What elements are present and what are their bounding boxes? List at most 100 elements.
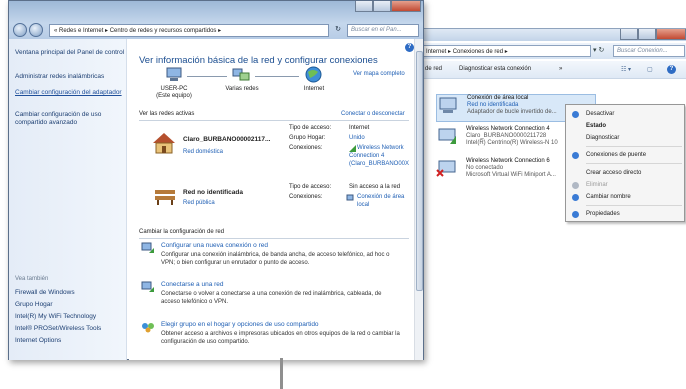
map-node-networks[interactable]: Varias redes — [217, 86, 267, 93]
page-title: Ver información básica de la red y confi… — [139, 55, 378, 66]
scrollbar-thumb[interactable] — [416, 51, 423, 291]
task-link[interactable]: Configurar una nueva conexión o red — [161, 242, 268, 249]
network-sharing-center-window: « Redes e Internet ▸ Centro de redes y r… — [8, 0, 424, 360]
menu-item-disable[interactable]: Desactivar — [566, 108, 684, 120]
globe-icon — [305, 66, 322, 83]
connection-link[interactable]: Wireless Network — [357, 145, 404, 152]
desktop: Internet ▸ Conexiones de red ▸ ▾ ↻ Busca… — [0, 0, 686, 389]
connection-status: No conectado — [466, 165, 504, 171]
shield-icon — [572, 111, 579, 118]
task-link[interactable]: Conectarse a una red — [161, 281, 224, 288]
refresh-icon[interactable]: ↻ — [331, 24, 345, 37]
sidebar-link-advanced-sharing[interactable]: Cambiar configuración de uso compartido … — [15, 111, 125, 127]
maximize-button[interactable] — [638, 29, 656, 40]
window-caption-buttons — [620, 29, 686, 40]
shield-icon — [572, 194, 579, 201]
vertical-scrollbar[interactable] — [414, 39, 423, 360]
diagnose-button[interactable]: Diagnosticar esta conexión — [459, 66, 531, 72]
homegroup-icon — [142, 323, 154, 333]
task-new-connection: Configurar una nueva conexión o red Conf… — [139, 242, 409, 276]
connection-link-cont[interactable]: Connection 4 — [349, 153, 384, 160]
menu-item-rename[interactable]: Cambiar nombre — [566, 191, 684, 203]
dropdown-arrow-icon[interactable]: ▾ ↻ — [593, 46, 604, 54]
access-type-value: Sin acceso a la red — [349, 184, 401, 190]
menu-separator — [586, 205, 682, 206]
sidebar-link-firewall[interactable]: Firewall de Windows — [15, 289, 125, 297]
access-type-label: Tipo de acceso: — [289, 125, 332, 131]
sidebar-link-control-panel-home[interactable]: Ventana principal del Panel de control — [15, 49, 125, 57]
toolbar-fragment[interactable]: de red — [425, 66, 442, 72]
close-button[interactable] — [391, 1, 421, 12]
menu-item-delete: Eliminar — [566, 179, 684, 191]
access-type-label: Tipo de acceso: — [289, 184, 332, 190]
change-settings-heading: Cambiar la configuración de red — [139, 229, 225, 235]
section-divider — [139, 238, 409, 239]
network-type-link[interactable]: Red pública — [183, 200, 215, 206]
menu-separator — [586, 146, 682, 147]
computer-icon — [166, 67, 182, 81]
minimize-button[interactable] — [620, 29, 638, 40]
full-map-link[interactable]: Ver mapa completo — [353, 71, 405, 77]
connection-adapter: Adaptador de bucle invertido de... — [467, 109, 557, 115]
minimize-button[interactable] — [355, 1, 373, 12]
more-button[interactable]: » — [559, 66, 562, 72]
address-bar[interactable]: « Redes e Internet ▸ Centro de redes y r… — [49, 24, 329, 37]
task-connect-network: Conectarse a una red Conectarse o volver… — [139, 281, 409, 315]
sidebar-link-proset[interactable]: Intel® PROSet/Wireless Tools — [15, 325, 125, 333]
public-network-icon — [155, 190, 175, 205]
connection-name: Wireless Network Connection 6 — [466, 158, 550, 164]
connection-link-cont[interactable]: (Claro_BURBANO00X — [349, 161, 409, 168]
connection-adapter: Microsoft Virtual WiFi Miniport A... — [466, 172, 556, 178]
shield-icon — [572, 211, 579, 218]
preview-pane-icon[interactable]: ▢ — [647, 66, 653, 73]
menu-item-bridge[interactable]: Conexiones de puente — [566, 149, 684, 161]
connections-label: Conexiones: — [289, 145, 323, 151]
sidebar-link-manage-wireless[interactable]: Administrar redes inalámbricas — [15, 73, 125, 81]
task-link[interactable]: Elegir grupo en el hogar y opciones de u… — [161, 321, 319, 328]
search-input[interactable]: Buscar en el Pan... — [347, 24, 419, 37]
homegroup-link[interactable]: Unido — [349, 135, 365, 142]
address-bar[interactable]: Internet ▸ Conexiones de red ▸ — [421, 45, 591, 57]
menu-item-diagnose[interactable]: Diagnosticar — [566, 132, 684, 144]
context-menu: Desactivar Estado Diagnosticar Conexione… — [565, 104, 685, 222]
sidebar-link-homegroup[interactable]: Grupo Hogar — [15, 301, 125, 309]
map-node-label: USER-PC — [160, 86, 188, 92]
map-node-internet[interactable]: Internet — [289, 86, 339, 93]
task-description: Obtener acceso a archivos e impresoras u… — [161, 331, 400, 345]
sidebar-link-my-wifi[interactable]: Intel(R) My WiFi Technology — [15, 313, 125, 321]
search-input[interactable]: Buscar Conexion... — [613, 45, 685, 57]
task-homegroup-sharing: Elegir grupo en el hogar y opciones de u… — [139, 321, 409, 355]
homegroup-label: Grupo Hogar: — [289, 135, 326, 141]
map-node-this-pc[interactable]: USER-PC (Este equipo) — [149, 86, 199, 100]
help-icon[interactable]: ? — [405, 43, 414, 52]
active-networks-heading: Ver las redes activas — [139, 111, 195, 117]
connection-status: Red no identificada — [467, 102, 519, 108]
connection-link[interactable]: Conexión de área — [357, 194, 404, 201]
connection-link-cont[interactable]: local — [357, 202, 369, 209]
sidebar-link-adapter-settings[interactable]: Cambiar configuración del adaptador — [15, 89, 125, 97]
connection-name: Conexión de área local — [467, 95, 529, 101]
sidebar-link-internet-options[interactable]: Internet Options — [15, 337, 125, 345]
map-node-label: Varias redes — [225, 86, 259, 92]
connection-adapter: Intel(R) Centrino(R) Wireless-N 10 — [466, 140, 558, 146]
view-options-icon[interactable]: ☷ ▾ — [621, 66, 631, 73]
task-description: Conectarse o volver a conectarse a una c… — [161, 291, 382, 305]
home-network-icon — [153, 133, 175, 154]
maximize-button[interactable] — [373, 1, 391, 12]
forward-button[interactable] — [29, 23, 43, 37]
connect-disconnect-link[interactable]: Conectar o desconectar — [341, 111, 405, 117]
network-adapter-icon — [439, 97, 457, 113]
connection-name: Wireless Network Connection 4 — [466, 126, 550, 132]
network-name: Red no identificada — [183, 189, 243, 196]
help-icon[interactable]: ? — [667, 65, 676, 74]
menu-item-status[interactable]: Estado — [566, 120, 684, 132]
back-button[interactable] — [13, 23, 27, 37]
network-type-link[interactable]: Red doméstica — [183, 149, 223, 155]
map-connector — [187, 76, 227, 77]
menu-item-properties[interactable]: Propiedades — [566, 208, 684, 220]
close-button[interactable] — [656, 29, 686, 40]
lan-icon — [346, 194, 354, 201]
connect-network-icon — [141, 281, 154, 292]
signal-bars-icon — [349, 145, 356, 152]
menu-item-shortcut[interactable]: Crear acceso directo — [566, 167, 684, 179]
